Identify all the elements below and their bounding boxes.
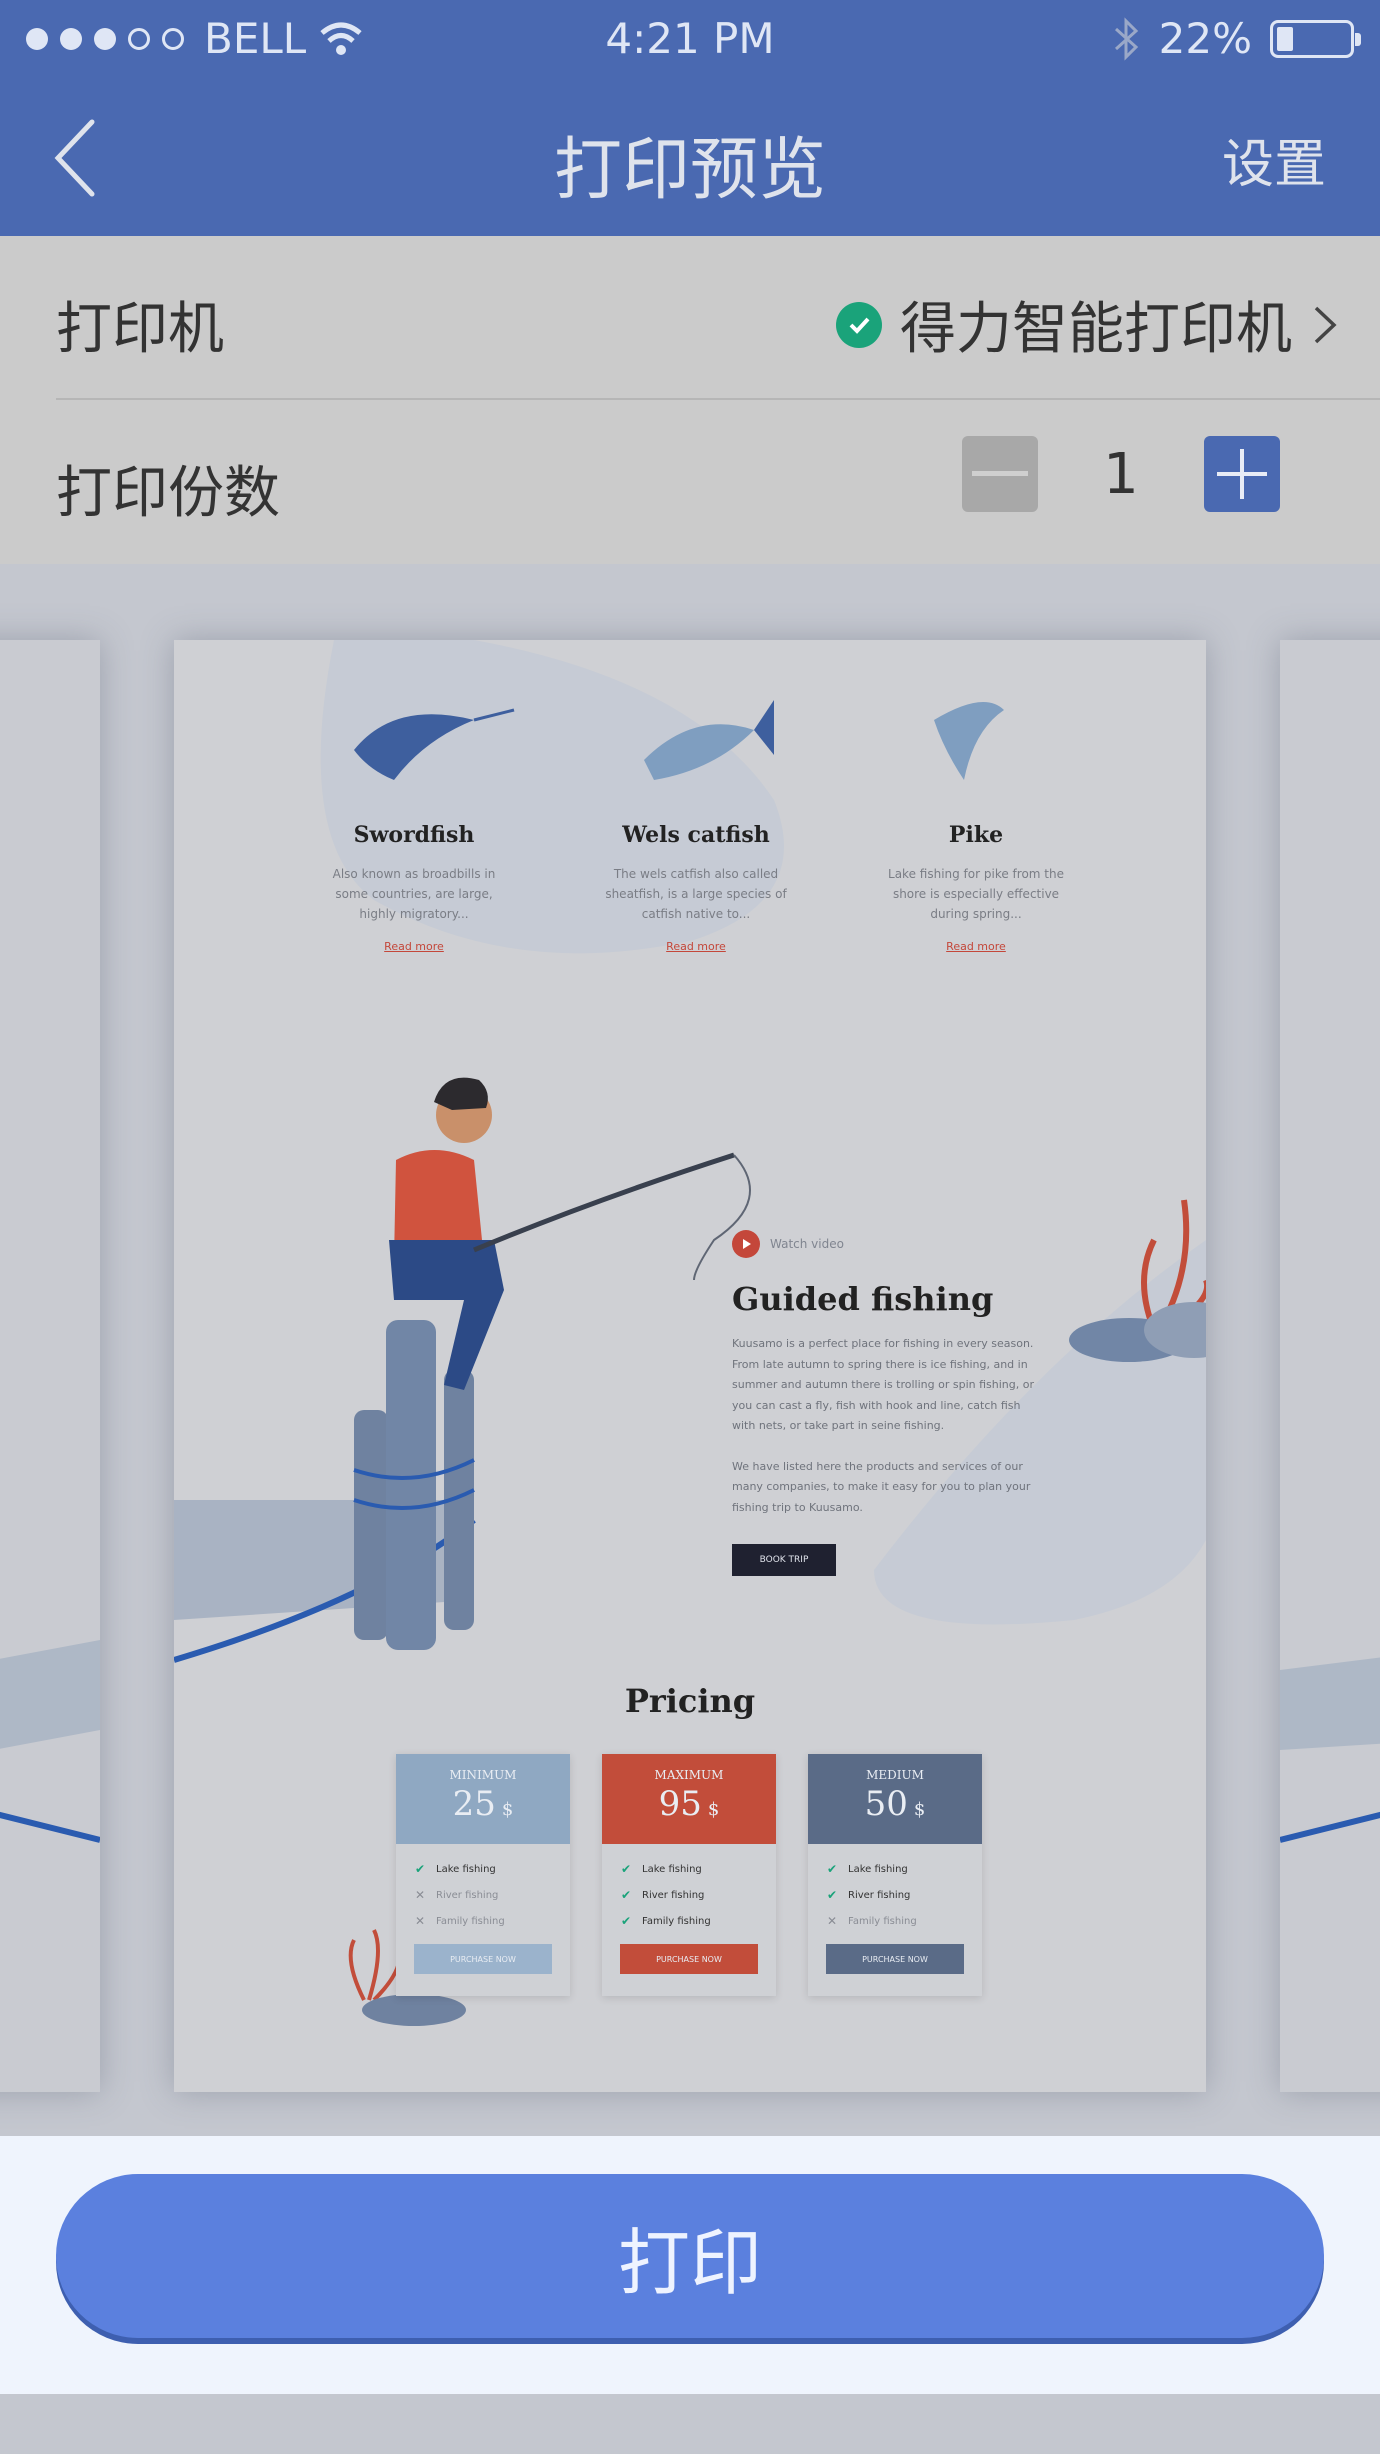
- print-button[interactable]: 打印: [56, 2174, 1324, 2338]
- purchase-button: PURCHASE NOW: [620, 1944, 758, 1974]
- guided-paragraph: We have listed here the products and ser…: [732, 1459, 1031, 1514]
- page-preview: Swordfish Also known as broadbills in so…: [174, 640, 1206, 2092]
- read-more-link: Read more: [384, 940, 444, 953]
- minus-icon: [972, 471, 1028, 476]
- check-icon: ✔: [826, 1862, 838, 1876]
- watch-video-label: Watch video: [770, 1237, 844, 1251]
- status-bar: BELL 4:21 PM 22%: [0, 0, 1380, 84]
- plan-price: 25 $: [452, 1784, 514, 1824]
- plan-feature: ✔ Lake fishing: [414, 1862, 496, 1876]
- print-settings: 打印机 得力智能打印机 打印份数 1: [0, 236, 1380, 564]
- pricing-header: MAXIMUM 95 $: [602, 1754, 776, 1844]
- check-icon: ✔: [620, 1914, 632, 1928]
- purchase-button: PURCHASE NOW: [414, 1944, 552, 1974]
- decrement-button[interactable]: [962, 436, 1038, 512]
- plan-tier: MEDIUM: [866, 1768, 924, 1782]
- battery-icon: [1270, 19, 1361, 58]
- printer-name: 得力智能打印机: [900, 297, 1292, 362]
- purchase-button: PURCHASE NOW: [826, 1944, 964, 1974]
- plan-feature: ✔ River fishing: [620, 1888, 705, 1902]
- next-page-preview[interactable]: [1280, 640, 1380, 2092]
- copies-label: 打印份数: [56, 461, 280, 526]
- check-icon: ✔: [620, 1888, 632, 1902]
- pricing-card: MAXIMUM 95 $ ✔ Lake fishing ✔ River fishing…: [602, 1754, 776, 1996]
- plan-feature: ✕ Family fishing: [826, 1914, 917, 1928]
- check-icon: ✔: [414, 1862, 426, 1876]
- chevron-right-icon: [1314, 306, 1337, 343]
- read-more-link: Read more: [946, 940, 1006, 953]
- bluetooth-icon: [1114, 16, 1138, 61]
- page-title: 打印预览: [553, 131, 826, 210]
- fish-card: Pike Lake fishing for pike from the shor…: [856, 812, 1096, 953]
- bottom-spacer: [0, 2394, 1380, 2454]
- watch-video: Watch video: [732, 1230, 844, 1258]
- plan-feature: ✕ River fishing: [414, 1888, 499, 1902]
- pricing-title: Pricing: [624, 1682, 756, 1720]
- quantity-value: 1: [1103, 441, 1139, 507]
- previous-page-preview[interactable]: [0, 640, 100, 2092]
- printer-row[interactable]: 打印机 得力智能打印机: [56, 236, 1380, 400]
- plan-feature: ✔ River fishing: [826, 1888, 911, 1902]
- plan-feature: ✔ Lake fishing: [826, 1862, 908, 1876]
- guided-fishing-body: Kuusamo is a perfect place for fishing i…: [732, 1334, 1042, 1518]
- increment-button[interactable]: [1204, 436, 1280, 512]
- pricing-header: MINIMUM 25 $: [396, 1754, 570, 1844]
- cross-icon: ✕: [414, 1914, 426, 1928]
- plan-tier: MAXIMUM: [654, 1768, 724, 1782]
- cross-icon: ✕: [826, 1914, 838, 1928]
- fish-description: Also known as broadbills in some countri…: [332, 867, 496, 921]
- pricing-card: MINIMUM 25 $ ✔ Lake fishing ✕ River fishing…: [396, 1754, 570, 1996]
- fish-description: Lake fishing for pike from the shore is …: [888, 867, 1064, 921]
- plan-price: 50 $: [864, 1784, 926, 1824]
- plan-price: 95 $: [658, 1784, 720, 1824]
- cross-icon: ✕: [414, 1888, 426, 1902]
- status-right: 22%: [1111, 14, 1361, 63]
- battery-percent: 22%: [1158, 14, 1252, 63]
- check-icon: ✔: [620, 1862, 632, 1876]
- check-circle-icon: [836, 301, 882, 348]
- read-more-link: Read more: [666, 940, 726, 953]
- pricing-card: MEDIUM 50 $ ✔ Lake fishing ✔ River fishing …: [808, 1754, 982, 1996]
- printer-selector[interactable]: 得力智能打印机: [836, 284, 1340, 365]
- plan-tier: MINIMUM: [449, 1768, 517, 1782]
- fish-name: Wels catfish: [622, 822, 770, 848]
- book-trip-button: BOOK TRIP: [732, 1544, 836, 1576]
- nav-bar: 打印预览 设置: [0, 84, 1380, 236]
- fish-description: The wels catfish also called sheatfish, …: [605, 867, 787, 921]
- plan-feature: ✔ Family fishing: [620, 1914, 711, 1928]
- quantity-stepper: 1: [962, 436, 1280, 512]
- fish-card: Swordfish Also known as broadbills in so…: [294, 812, 534, 953]
- guided-fishing-title: Guided fishing: [732, 1280, 994, 1318]
- copies-row: 打印份数 1: [56, 400, 1380, 564]
- fish-name: Swordfish: [353, 822, 475, 848]
- fish-name: Pike: [948, 822, 1004, 848]
- settings-button[interactable]: 设置: [1222, 122, 1326, 197]
- printer-label: 打印机: [56, 297, 224, 362]
- plus-icon: [1217, 449, 1267, 499]
- play-icon: [732, 1230, 760, 1258]
- guided-paragraph: Kuusamo is a perfect place for fishing i…: [732, 1337, 1034, 1432]
- bottom-action-bar: 打印: [0, 2136, 1380, 2394]
- fish-card: Wels catfish The wels catfish also calle…: [576, 812, 816, 953]
- check-icon: ✔: [826, 1888, 838, 1902]
- plan-feature: ✔ Lake fishing: [620, 1862, 702, 1876]
- print-preview-carousel[interactable]: Swordfish Also known as broadbills in so…: [0, 564, 1380, 2136]
- plan-feature: ✕ Family fishing: [414, 1914, 505, 1928]
- pricing-header: MEDIUM 50 $: [808, 1754, 982, 1844]
